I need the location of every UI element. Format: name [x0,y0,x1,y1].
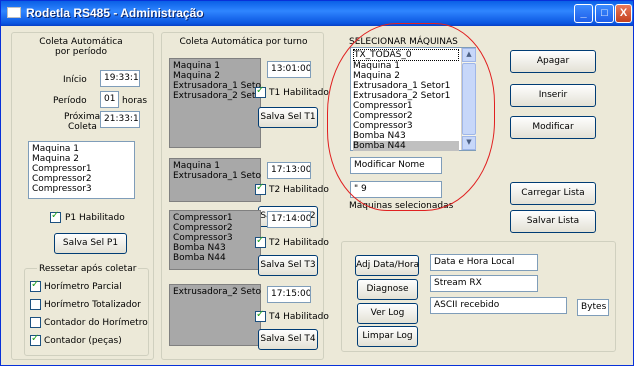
turno4-time-input[interactable]: 17:15:00 [267,286,311,303]
carregar-lista-button[interactable]: Carregar Lista [510,182,596,205]
t3-habilitado-label: T2 Habilitado [269,238,329,248]
horimetro-parcial-label: Horímetro Parcial [44,282,122,292]
list-item[interactable]: Compressor1 [32,164,131,174]
list-item[interactable]: Extrusadora_2 Seto [173,287,261,297]
bytes-field[interactable]: Bytes [577,299,609,316]
p1-habilitado-checkbox[interactable] [50,210,61,223]
list-item[interactable]: Compressor3 [32,184,131,194]
p1-habilitado-label: P1 Habilitado [65,213,125,223]
list-item[interactable]: Compressor2 [173,223,257,233]
proxima-coleta-input[interactable]: 21:33:10 [100,111,140,128]
turno2-machine-list[interactable]: Maquina 1 Extrusadora_1 Seto [169,158,261,202]
periodo-label: Período [53,96,87,106]
minimize-button[interactable]: _ [574,4,593,23]
contador-pecas-label: Contador (peças) [44,336,122,346]
contador-horimetro-checkbox[interactable] [30,317,41,328]
salva-sel-t4-button[interactable]: Salva Sel T4 [258,329,318,350]
salva-sel-p1-button[interactable]: Salva Sel P1 [54,233,127,254]
t4-habilitado-checkbox[interactable] [255,309,266,322]
app-icon [7,7,21,18]
close-icon: X [619,7,628,19]
list-item[interactable]: Bomba N43 [173,243,257,253]
close-button[interactable]: X [615,4,632,23]
list-item[interactable]: Maquina 1 [173,61,257,71]
list-item[interactable]: Maquina 2 [32,154,131,164]
horimetro-totalizador-label: Horímetro Totalizador [44,300,141,310]
turno3-machine-list[interactable]: Compressor1 Compressor2 Compressor3 Bomb… [169,210,261,270]
stream-rx-field[interactable]: Stream RX [430,275,538,292]
turno1-machine-list[interactable]: Maquina 1 Maquina 2 Extrusadora_1 Seto E… [169,58,261,148]
salvar-lista-button[interactable]: Salvar Lista [510,210,596,233]
periodo-unit: horas [122,96,148,106]
list-item[interactable]: Compressor3 [173,233,257,243]
ver-log-button[interactable]: Ver Log [357,303,418,324]
inserir-button[interactable]: Inserir [510,84,596,107]
list-item[interactable]: Bomba N44 [173,253,257,263]
turno3-time-input[interactable]: 17:14:00 [267,211,311,228]
maximize-button[interactable]: □ [595,4,614,23]
t2-habilitado-checkbox[interactable] [255,182,266,195]
proxima-label: Próxima [64,112,101,122]
title-bar[interactable]: Rodetla RS485 - Administração _ □ X [1,1,633,26]
maximize-icon: □ [601,7,608,19]
minimize-icon: _ [580,7,587,19]
coleta-label: Coleta [68,122,97,132]
list-item[interactable]: Extrusadora_2 Seto [173,91,261,101]
resetar-title: Ressetar após coletar [37,264,139,274]
window-title: Rodetla RS485 - Administração [26,6,204,20]
turno4-machine-list[interactable]: Extrusadora_2 Seto [169,284,261,346]
list-item[interactable]: Maquina 2 [173,71,257,81]
salva-sel-t3-button[interactable]: Salva Sel T3 [258,255,318,276]
ascii-recebido-field[interactable]: ASCII recebido [430,297,567,314]
turno2-time-input[interactable]: 17:13:00 [267,162,311,179]
application-window: Rodetla RS485 - Administração _ □ X Cole… [0,0,634,366]
limpar-log-button[interactable]: Limpar Log [357,326,418,347]
list-item[interactable]: Compressor2 [32,174,131,184]
contador-horimetro-label: Contador do Horímetro [44,318,148,328]
list-item[interactable]: Maquina 1 [32,144,131,154]
t2-habilitado-label: T2 Habilitado [269,185,329,195]
adj-data-hora-button[interactable]: Adj Data/Hora [355,255,419,276]
coleta-periodo-title: Coleta Automática [39,37,123,47]
salva-sel-t1-button[interactable]: Salva Sel T1 [258,107,318,128]
list-item[interactable]: Compressor1 [173,213,257,223]
periodo-input[interactable]: 01 [100,91,119,108]
list-item[interactable]: Extrusadora_1 Seto [173,81,261,91]
t4-habilitado-label: T4 Habilitado [269,312,329,322]
list-item[interactable]: Maquina 1 [173,161,257,171]
data-hora-local-field[interactable]: Data e Hora Local [430,254,538,271]
apagar-button[interactable]: Apagar [510,50,596,73]
horimetro-totalizador-checkbox[interactable] [30,299,41,310]
t1-habilitado-label: T1 Habilitado [269,88,329,98]
annotation-circle [327,23,495,211]
list-item[interactable]: Extrusadora_1 Seto [173,171,261,181]
t1-habilitado-checkbox[interactable] [255,85,266,98]
coleta-turno-title: Coleta Automática por turno [179,37,308,47]
horimetro-parcial-checkbox[interactable] [30,279,41,292]
inicio-input[interactable]: 19:33:10 [100,70,140,87]
diagnose-button[interactable]: Diagnose [357,279,418,300]
contador-pecas-checkbox[interactable] [30,333,41,346]
t3-habilitado-checkbox[interactable] [255,235,266,248]
turno1-time-input[interactable]: 13:01:00 [267,61,311,78]
coleta-periodo-subtitle: por período [55,47,107,57]
inicio-label: Início [63,75,87,85]
modificar-button[interactable]: Modificar [510,116,596,139]
periodo-machine-list[interactable]: Maquina 1 Maquina 2 Compressor1 Compress… [28,141,135,199]
